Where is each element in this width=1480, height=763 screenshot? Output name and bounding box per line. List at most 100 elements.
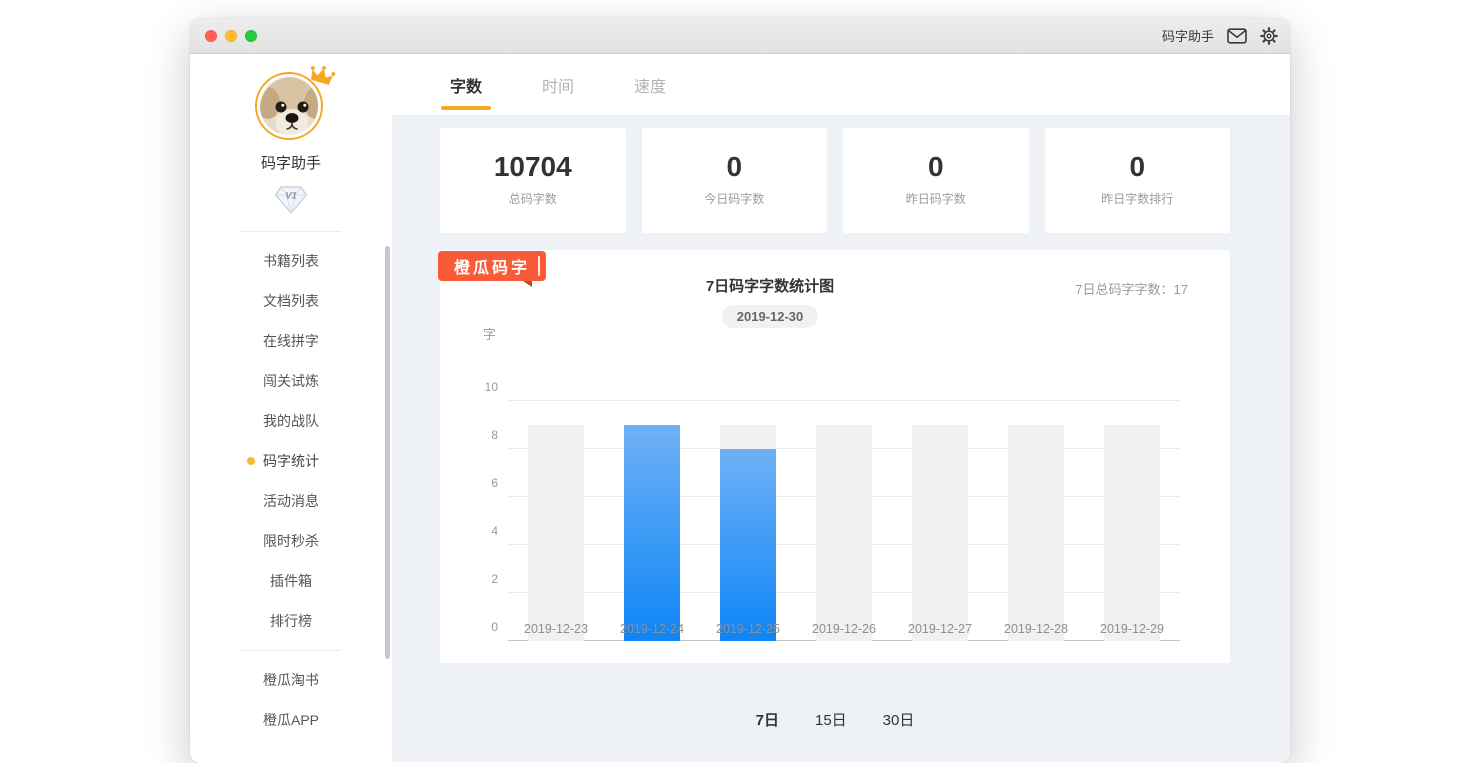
sidebar-footer-item[interactable]: 橙瓜淘书	[190, 660, 392, 700]
active-dot-icon	[247, 457, 255, 465]
stat-label: 昨日码字数	[843, 190, 1029, 207]
sidebar-item-label: 限时秒杀	[263, 531, 319, 551]
stat-card: 10704 总码字数	[440, 128, 626, 233]
bar-track	[528, 425, 584, 641]
y-tick-label: 0	[491, 620, 498, 634]
x-tick-label: 2019-12-29	[1084, 622, 1180, 636]
close-button[interactable]	[205, 30, 217, 42]
sidebar-item-label: 插件箱	[270, 571, 312, 591]
titlebar: 码字助手	[190, 18, 1290, 54]
sidebar-item-label: 闯关试炼	[263, 371, 319, 391]
sidebar-menu-item[interactable]: 排行榜	[190, 601, 392, 641]
sidebar: 码字助手 V1 书籍列表文档列表在线拼字闯关试炼我的战队码字统计活动消息限时秒杀…	[190, 54, 392, 762]
sidebar-divider	[241, 231, 341, 232]
app-window: 码字助手	[190, 18, 1290, 763]
sidebar-menu-item[interactable]: 在线拼字	[190, 321, 392, 361]
sidebar-item-label: 活动消息	[263, 491, 319, 511]
stat-card: 0 昨日字数排行	[1045, 128, 1231, 233]
y-tick-label: 8	[491, 428, 498, 442]
sidebar-menu-item[interactable]: 闯关试炼	[190, 361, 392, 401]
sidebar-item-label: 在线拼字	[263, 331, 319, 351]
stat-label: 今日码字数	[642, 190, 828, 207]
x-tick-label: 2019-12-23	[508, 622, 604, 636]
tab-时间[interactable]: 时间	[533, 54, 583, 115]
x-tick-label: 2019-12-25	[700, 622, 796, 636]
chart-card: 橙瓜码字 7日码字字数统计图 2019-12-30 7日总码字字数：17 字 0…	[440, 250, 1230, 663]
bar-slot: 2019-12-23	[508, 401, 604, 641]
sidebar-item-label: 书籍列表	[263, 251, 319, 271]
sidebar-item-label: 排行榜	[270, 611, 312, 631]
mail-icon[interactable]	[1227, 28, 1247, 44]
sidebar-item-label: 我的战队	[263, 411, 319, 431]
tab-速度[interactable]: 速度	[625, 54, 675, 115]
bar-slot: 2019-12-24	[604, 401, 700, 641]
minimize-button[interactable]	[225, 30, 237, 42]
stat-value: 0	[642, 151, 828, 183]
sidebar-menu-item[interactable]: 插件箱	[190, 561, 392, 601]
content-area: 10704总码字数0今日码字数0昨日码字数0昨日字数排行 橙瓜码字 7日码字字数…	[392, 115, 1290, 762]
bar-slot: 2019-12-27	[892, 401, 988, 641]
bar-slot: 2019-12-25	[700, 401, 796, 641]
sidebar-menu-item[interactable]: 活动消息	[190, 481, 392, 521]
date-badge: 2019-12-30	[722, 305, 819, 328]
period-switcher: 7日 15日 30日	[440, 709, 1230, 730]
bar-track	[816, 425, 872, 641]
sidebar-item-label: 橙瓜APP	[263, 710, 319, 730]
bar-track	[1008, 425, 1064, 641]
bar-chart-plot: 02468102019-12-232019-12-242019-12-25201…	[508, 401, 1180, 641]
tab-字数[interactable]: 字数	[441, 54, 491, 115]
bar-slot: 2019-12-28	[988, 401, 1084, 641]
stat-label: 昨日字数排行	[1045, 190, 1231, 207]
tabs-bar: 字数时间速度	[392, 54, 1290, 115]
zoom-button[interactable]	[245, 30, 257, 42]
sidebar-menu-item[interactable]: 码字统计	[190, 441, 392, 481]
brand-ribbon: 橙瓜码字	[438, 251, 546, 281]
sidebar-menu-item[interactable]: 我的战队	[190, 401, 392, 441]
period-button-15日[interactable]: 15日	[815, 709, 847, 730]
bar	[624, 425, 680, 641]
y-tick-label: 2	[491, 572, 498, 586]
stat-card: 0 今日码字数	[642, 128, 828, 233]
stat-label: 总码字数	[440, 190, 626, 207]
y-tick-label: 10	[485, 380, 498, 394]
sidebar-divider	[241, 650, 341, 651]
bar	[720, 449, 776, 641]
vip-badge: V1	[190, 185, 392, 215]
bar-slot: 2019-12-26	[796, 401, 892, 641]
stats-row: 10704 总码字数 0 今日码字数 0 昨日码字数 0 昨日字数排行	[440, 128, 1230, 233]
y-tick-label: 6	[491, 476, 498, 490]
stat-value: 0	[843, 151, 1029, 183]
sidebar-menu-item[interactable]: 文档列表	[190, 281, 392, 321]
window-title: 码字助手	[1162, 26, 1214, 45]
stat-value: 0	[1045, 151, 1231, 183]
period-button-30日[interactable]: 30日	[883, 709, 915, 730]
bar-slot: 2019-12-29	[1084, 401, 1180, 641]
sidebar-menu-item[interactable]: 书籍列表	[190, 241, 392, 281]
main-panel: 字数时间速度 10704 总码字数 0 今日码字数 0 昨日码字数 0 昨日字数排行 橙瓜码字…	[392, 54, 1290, 762]
x-tick-label: 2019-12-28	[988, 622, 1084, 636]
stat-value: 10704	[440, 151, 626, 183]
traffic-lights	[205, 30, 257, 42]
x-tick-label: 2019-12-24	[604, 622, 700, 636]
y-tick-label: 4	[491, 524, 498, 538]
sidebar-item-label: 文档列表	[263, 291, 319, 311]
period-button-7日[interactable]: 7日	[756, 709, 779, 730]
username: 码字助手	[190, 152, 392, 173]
bar-track	[1104, 425, 1160, 641]
stat-card: 0 昨日码字数	[843, 128, 1029, 233]
sidebar-menu: 书籍列表文档列表在线拼字闯关试炼我的战队码字统计活动消息限时秒杀插件箱排行榜	[190, 241, 392, 641]
x-tick-label: 2019-12-26	[796, 622, 892, 636]
scrollbar-thumb[interactable]	[385, 246, 390, 659]
sidebar-footer-menu: 橙瓜淘书橙瓜APP	[190, 660, 392, 740]
svg-text:V1: V1	[285, 191, 297, 202]
sidebar-menu-item[interactable]: 限时秒杀	[190, 521, 392, 561]
bar-slots: 2019-12-232019-12-242019-12-252019-12-26…	[508, 401, 1180, 641]
sidebar-item-label: 码字统计	[263, 451, 319, 471]
sidebar-item-label: 橙瓜淘书	[263, 670, 319, 690]
sidebar-footer-item[interactable]: 橙瓜APP	[190, 700, 392, 740]
y-axis-unit-label: 字	[483, 324, 496, 343]
chart-total-label: 7日总码字字数：17	[1075, 279, 1188, 298]
bar-track	[912, 425, 968, 641]
settings-gear-icon[interactable]	[1260, 27, 1278, 45]
x-tick-label: 2019-12-27	[892, 622, 988, 636]
